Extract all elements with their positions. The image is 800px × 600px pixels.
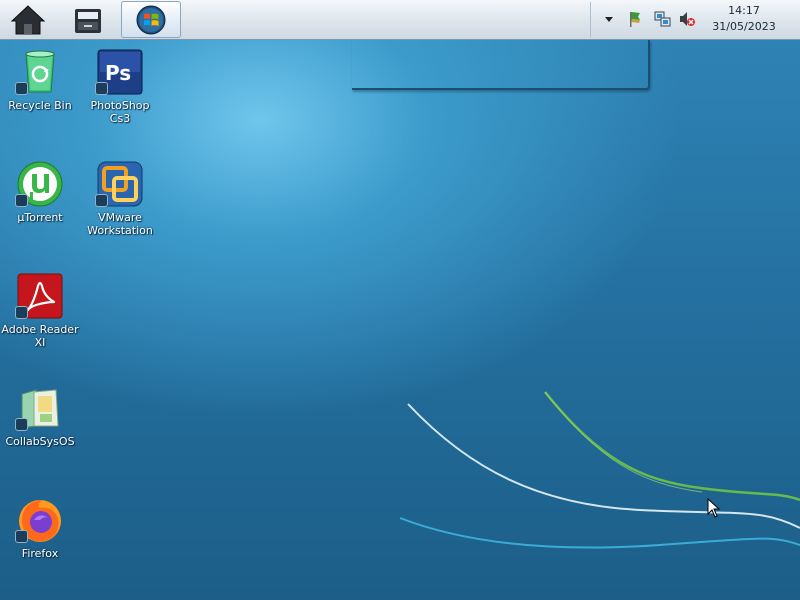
- file-manager-button[interactable]: [60, 1, 116, 38]
- volume-muted-icon: [680, 12, 695, 26]
- shortcut-arrow-icon: [15, 194, 28, 207]
- clock-time: 14:17: [728, 4, 760, 17]
- tray-separator: [590, 2, 591, 37]
- desktop-icon-vmware[interactable]: VMware Workstation: [80, 160, 160, 237]
- shortcut-arrow-icon: [15, 418, 28, 431]
- file-manager-icon: [75, 8, 101, 33]
- tray-expand-arrow-icon: [605, 17, 613, 22]
- clock[interactable]: 14:17 31/05/2023: [700, 3, 788, 37]
- tray-expand-button[interactable]: [600, 10, 618, 28]
- desktop-icon-label: PhotoShop Cs3: [90, 99, 150, 125]
- desktop-icon-recycle-bin[interactable]: Recycle Bin: [0, 48, 80, 112]
- mouse-cursor-icon: [707, 498, 721, 518]
- desktop-icon-photoshop[interactable]: Ps PhotoShop Cs3: [80, 48, 160, 125]
- flag-icon: [630, 12, 640, 27]
- windows-start-orb-icon: [136, 5, 166, 34]
- desktop-icon-label: Adobe Reader XI: [1, 323, 79, 349]
- svg-text:Ps: Ps: [105, 61, 131, 85]
- desktop-icon-utorrent[interactable]: µTorrent: [0, 160, 80, 224]
- taskbar: 14:17 31/05/2023: [0, 0, 800, 40]
- desktop[interactable]: 14:17 31/05/2023 Recycle Bin Ps PhotoSho…: [0, 0, 800, 600]
- desktop-icon-label: CollabSysOS: [5, 435, 75, 448]
- shortcut-arrow-icon: [95, 82, 108, 95]
- shortcut-arrow-icon: [15, 82, 28, 95]
- shortcut-arrow-icon: [15, 530, 28, 543]
- start-button[interactable]: [121, 1, 181, 38]
- home-icon: [10, 4, 46, 34]
- desktop-icon-collabsysos[interactable]: CollabSysOS: [0, 384, 80, 448]
- shortcut-arrow-icon: [95, 194, 108, 207]
- desktop-icon-adobe-reader[interactable]: Adobe Reader XI: [0, 272, 80, 349]
- shortcut-arrow-icon: [15, 306, 28, 319]
- network-icon: [654, 11, 671, 27]
- drop-down-panel: [352, 40, 650, 90]
- desktop-icon-label: Firefox: [21, 547, 59, 560]
- tray-flag-button[interactable]: [626, 10, 644, 28]
- clock-date: 31/05/2023: [712, 20, 776, 33]
- tray-network-button[interactable]: [654, 10, 672, 28]
- desktop-icon-label: µTorrent: [17, 211, 63, 224]
- desktop-icon-label: Recycle Bin: [8, 99, 72, 112]
- tray-volume-button[interactable]: [678, 10, 696, 28]
- desktop-icon-label: VMware Workstation: [87, 211, 153, 237]
- desktop-icon-firefox[interactable]: Firefox: [0, 496, 80, 560]
- home-button[interactable]: [0, 1, 56, 38]
